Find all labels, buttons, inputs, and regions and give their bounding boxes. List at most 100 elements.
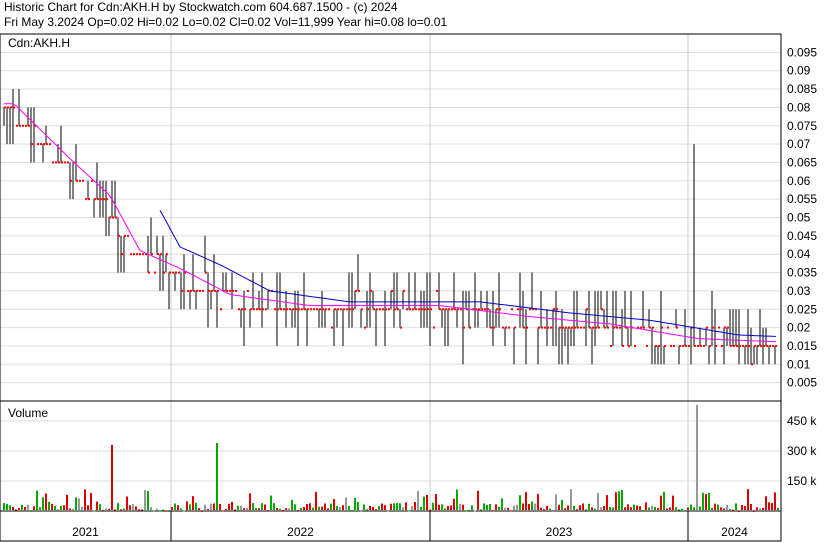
close-mark (445, 308, 447, 311)
volume-bar (396, 503, 398, 510)
close-mark (37, 143, 39, 146)
volume-bar (411, 506, 413, 510)
volume-bar (402, 507, 404, 510)
volume-bar (741, 504, 743, 510)
close-mark (121, 253, 123, 256)
volume-bar (432, 502, 434, 510)
close-mark (454, 308, 456, 311)
volume-bar (720, 507, 722, 510)
volume-bar (231, 501, 233, 510)
volume-bar (696, 405, 698, 510)
close-mark (208, 289, 210, 292)
volume-bar (594, 508, 596, 510)
close-mark (160, 253, 162, 256)
close-mark (580, 326, 582, 329)
volume-bar (672, 495, 674, 510)
volume-bar (456, 489, 458, 510)
price-y-tick-label: 0.095 (787, 45, 817, 59)
volume-bar (96, 501, 98, 510)
year-labels: 2021 2022 2023 2024 (72, 511, 748, 541)
volume-bar (42, 497, 44, 510)
volume-bar (390, 503, 392, 510)
volume-bar (54, 505, 56, 510)
volume-bar (591, 507, 593, 510)
close-mark (46, 143, 48, 146)
close-mark (586, 308, 588, 311)
volume-bar (573, 505, 575, 510)
close-mark (634, 344, 636, 347)
close-mark (670, 344, 672, 347)
close-mark (418, 308, 420, 311)
volume-bar (447, 505, 449, 510)
close-mark (607, 326, 609, 329)
volume-bar (165, 510, 167, 512)
volume-bar (765, 496, 767, 510)
volume-bar (492, 510, 494, 512)
volume-y-tick-labels: 150 k 300 k 450 k (787, 414, 817, 488)
volume-bar (711, 507, 713, 510)
close-mark (49, 143, 51, 146)
volume-bar (612, 507, 614, 510)
price-y-tick-label: 0.05 (787, 211, 811, 225)
close-mark (13, 106, 15, 109)
close-mark (658, 344, 660, 347)
close-mark (505, 326, 507, 329)
volume-bar (675, 507, 677, 510)
volume-bar (651, 505, 653, 510)
close-mark (421, 308, 423, 311)
price-y-tick-label: 0.015 (787, 339, 817, 353)
volume-bar (363, 504, 365, 510)
volume-bar (714, 503, 716, 510)
close-mark (562, 326, 564, 329)
close-mark (661, 326, 663, 329)
volume-bar (15, 509, 17, 511)
volume-bar (261, 503, 263, 510)
volume-bar (708, 492, 710, 510)
volume-bar (330, 503, 332, 510)
volume-bar (72, 508, 74, 510)
close-mark (601, 308, 603, 311)
close-mark (352, 308, 354, 311)
price-panel-title: Cdn:AKH.H (8, 36, 70, 50)
close-mark (94, 198, 96, 201)
volume-bar (153, 510, 155, 512)
volume-bar (771, 503, 773, 510)
close-mark (19, 124, 21, 127)
price-y-tick-label: 0.09 (787, 64, 811, 78)
close-mark (250, 308, 252, 311)
volume-bar (531, 501, 533, 510)
volume-bar (570, 489, 572, 510)
close-mark (97, 198, 99, 201)
volume-bar (666, 508, 668, 510)
close-mark (328, 308, 330, 311)
volume-bar (102, 509, 104, 511)
volume-bar (279, 508, 281, 510)
close-mark (592, 326, 594, 329)
close-mark (265, 308, 267, 311)
close-mark (388, 308, 390, 311)
volume-bar (588, 503, 590, 510)
volume-bar (450, 505, 452, 510)
close-mark (727, 326, 729, 329)
volume-bar (144, 489, 146, 510)
close-mark (490, 326, 492, 329)
volume-bar (567, 505, 569, 510)
volume-bar (663, 491, 665, 510)
volume-bar (774, 492, 776, 510)
volume-bar (3, 503, 5, 510)
close-mark (739, 344, 741, 347)
close-mark (697, 344, 699, 347)
close-mark (181, 289, 183, 292)
close-mark (22, 124, 24, 127)
volume-bar (294, 504, 296, 510)
close-mark (286, 308, 288, 311)
volume-bar (747, 489, 749, 510)
close-mark (457, 308, 459, 311)
volume-bar (138, 509, 140, 511)
close-mark (640, 326, 642, 329)
volume-bar (483, 503, 485, 510)
close-mark (238, 308, 240, 311)
price-y-tick-label: 0.08 (787, 100, 811, 114)
close-mark (220, 308, 222, 311)
close-mark (604, 326, 606, 329)
